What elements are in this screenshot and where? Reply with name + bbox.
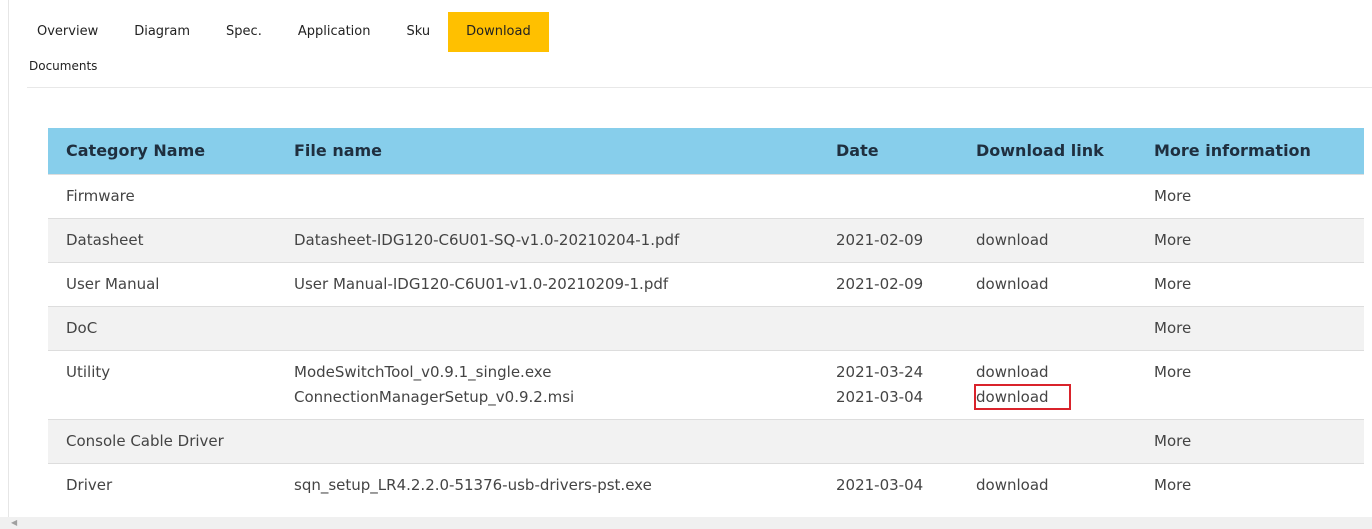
header-date: Date <box>836 141 879 161</box>
date-value: 2021-03-04 <box>836 387 924 406</box>
date-cell <box>818 418 958 463</box>
download-link[interactable]: download <box>958 217 1136 262</box>
date-cell: 2021-03-24 2021-03-04 <box>818 349 958 419</box>
category-cell: Utility <box>48 349 276 419</box>
date-value: 2021-03-24 <box>836 362 924 381</box>
category-cell: Datasheet <box>48 217 276 262</box>
table-header-row: Category Name File name Date Download li… <box>48 128 1364 174</box>
file-name-cell: Datasheet-IDG120-C6U01-SQ-v1.0-20210204-… <box>276 217 818 262</box>
chevron-left-icon[interactable]: ◀ <box>11 518 17 527</box>
more-link[interactable]: More <box>1136 173 1364 218</box>
file-name-cell: sqn_setup_LR4.2.2.0-51376-usb-drivers-ps… <box>276 462 818 507</box>
table-row: User Manual User Manual-IDG120-C6U01-v1.… <box>48 261 1364 306</box>
date-cell: 2021-02-09 <box>818 217 958 262</box>
category-cell: DoC <box>48 305 276 350</box>
download-link-cell <box>958 418 1136 463</box>
table-row: Console Cable Driver More <box>48 418 1364 463</box>
date-cell: 2021-02-09 <box>818 261 958 306</box>
table-row: Utility ModeSwitchTool_v0.9.1_single.exe… <box>48 349 1364 419</box>
horizontal-scrollbar[interactable]: ◀ <box>0 517 1372 529</box>
file-name: ConnectionManagerSetup_v0.9.2.msi <box>294 387 575 406</box>
download-link-cell <box>958 173 1136 218</box>
date-cell: 2021-03-04 <box>818 462 958 507</box>
more-link[interactable]: More <box>1136 305 1364 350</box>
download-link[interactable]: download <box>958 261 1136 306</box>
download-link[interactable]: download <box>958 462 1136 507</box>
table-row: Datasheet Datasheet-IDG120-C6U01-SQ-v1.0… <box>48 217 1364 262</box>
header-file-name: File name <box>294 141 383 161</box>
download-link-cell: download download <box>958 349 1136 419</box>
tab-overview[interactable]: Overview <box>19 12 116 52</box>
divider <box>27 87 1372 88</box>
more-link[interactable]: More <box>1136 349 1364 419</box>
tab-application[interactable]: Application <box>280 12 389 52</box>
file-name-cell <box>276 305 818 350</box>
table-row: Firmware More <box>48 173 1364 218</box>
section-label: Documents <box>29 59 98 73</box>
date-cell <box>818 173 958 218</box>
file-name-cell: User Manual-IDG120-C6U01-v1.0-20210209-1… <box>276 261 818 306</box>
tab-bar: Overview Diagram Spec. Application Sku D… <box>19 12 549 52</box>
more-link[interactable]: More <box>1136 462 1364 507</box>
more-link[interactable]: More <box>1136 418 1364 463</box>
file-name: ModeSwitchTool_v0.9.1_single.exe <box>294 362 552 381</box>
tab-sku[interactable]: Sku <box>388 12 448 52</box>
category-cell: Firmware <box>48 173 276 218</box>
table-row: Driver sqn_setup_LR4.2.2.0-51376-usb-dri… <box>48 462 1364 507</box>
header-category-name: Category Name <box>66 141 206 161</box>
tab-spec[interactable]: Spec. <box>208 12 280 52</box>
header-download-link: Download link <box>976 141 1104 161</box>
header-more-information: More information <box>1154 141 1311 161</box>
downloads-table: Category Name File name Date Download li… <box>48 128 1364 507</box>
category-cell: Driver <box>48 462 276 507</box>
download-link-cell <box>958 305 1136 350</box>
tab-diagram[interactable]: Diagram <box>116 12 208 52</box>
download-link[interactable]: download <box>976 360 1136 385</box>
more-link[interactable]: More <box>1136 217 1364 262</box>
category-cell: User Manual <box>48 261 276 306</box>
table-row: DoC More <box>48 305 1364 350</box>
tab-download[interactable]: Download <box>448 12 549 52</box>
download-link-highlighted[interactable]: download <box>974 383 1071 410</box>
file-name-cell <box>276 173 818 218</box>
date-cell <box>818 305 958 350</box>
category-cell: Console Cable Driver <box>48 418 276 463</box>
more-link[interactable]: More <box>1136 261 1364 306</box>
file-name-cell <box>276 418 818 463</box>
file-name-cell: ModeSwitchTool_v0.9.1_single.exe Connect… <box>276 349 818 419</box>
